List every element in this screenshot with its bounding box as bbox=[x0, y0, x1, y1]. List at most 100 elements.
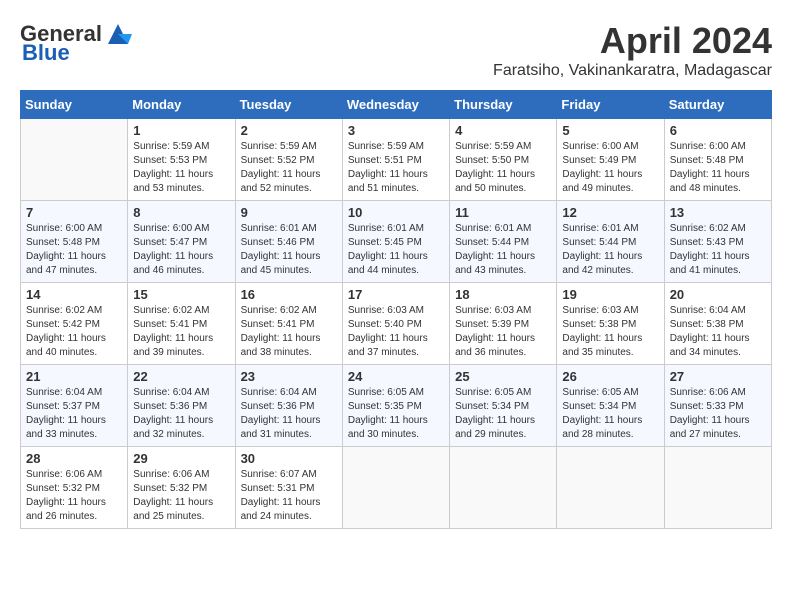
day-info: Sunrise: 6:01 AMSunset: 5:45 PMDaylight:… bbox=[348, 222, 444, 278]
calendar-cell bbox=[450, 447, 557, 529]
day-info: Sunrise: 6:04 AMSunset: 5:38 PMDaylight:… bbox=[670, 304, 766, 360]
calendar-cell bbox=[342, 447, 449, 529]
day-number: 17 bbox=[348, 287, 444, 302]
day-info: Sunrise: 6:06 AMSunset: 5:32 PMDaylight:… bbox=[26, 468, 122, 524]
calendar-cell: 13 Sunrise: 6:02 AMSunset: 5:43 PMDayligh… bbox=[664, 201, 771, 283]
calendar-week-5: 28 Sunrise: 6:06 AMSunset: 5:32 PMDayligh… bbox=[21, 447, 772, 529]
header-row: SundayMondayTuesdayWednesdayThursdayFrid… bbox=[21, 91, 772, 119]
calendar-cell: 8 Sunrise: 6:00 AMSunset: 5:47 PMDaylight… bbox=[128, 201, 235, 283]
calendar-cell: 22Sunrise: 6:04 AMSunset: 5:36 PMDayligh… bbox=[128, 365, 235, 447]
calendar-cell: 6 Sunrise: 6:00 AMSunset: 5:48 PMDaylight… bbox=[664, 119, 771, 201]
day-info: Sunrise: 6:03 AMSunset: 5:39 PMDaylight:… bbox=[455, 304, 551, 360]
calendar-cell bbox=[664, 447, 771, 529]
calendar-cell: 10 Sunrise: 6:01 AMSunset: 5:45 PMDayligh… bbox=[342, 201, 449, 283]
day-info: Sunrise: 6:00 AMSunset: 5:48 PMDaylight:… bbox=[26, 222, 122, 278]
day-info: Sunrise: 6:01 AMSunset: 5:44 PMDaylight:… bbox=[562, 222, 658, 278]
day-info: Sunrise: 6:04 AMSunset: 5:36 PMDaylight:… bbox=[241, 386, 337, 442]
day-info: Sunrise: 6:06 AMSunset: 5:33 PMDaylight:… bbox=[670, 386, 766, 442]
column-header-tuesday: Tuesday bbox=[235, 91, 342, 119]
day-number: 27 bbox=[670, 369, 766, 384]
calendar-cell: 9Sunrise: 6:01 AMSunset: 5:46 PMDaylight… bbox=[235, 201, 342, 283]
calendar-cell: 11 Sunrise: 6:01 AMSunset: 5:44 PMDayligh… bbox=[450, 201, 557, 283]
day-info: Sunrise: 6:03 AMSunset: 5:38 PMDaylight:… bbox=[562, 304, 658, 360]
column-header-wednesday: Wednesday bbox=[342, 91, 449, 119]
day-number: 29 bbox=[133, 451, 229, 466]
column-header-friday: Friday bbox=[557, 91, 664, 119]
calendar-week-3: 14 Sunrise: 6:02 AMSunset: 5:42 PMDayligh… bbox=[21, 283, 772, 365]
day-info: Sunrise: 6:02 AMSunset: 5:42 PMDaylight:… bbox=[26, 304, 122, 360]
column-header-thursday: Thursday bbox=[450, 91, 557, 119]
day-info: Sunrise: 6:05 AMSunset: 5:34 PMDaylight:… bbox=[562, 386, 658, 442]
column-header-saturday: Saturday bbox=[664, 91, 771, 119]
day-info: Sunrise: 5:59 AMSunset: 5:52 PMDaylight:… bbox=[241, 140, 337, 196]
day-number: 10 bbox=[348, 205, 444, 220]
day-number: 28 bbox=[26, 451, 122, 466]
day-number: 2 bbox=[241, 123, 337, 138]
calendar-cell: 18 Sunrise: 6:03 AMSunset: 5:39 PMDayligh… bbox=[450, 283, 557, 365]
calendar-table: SundayMondayTuesdayWednesdayThursdayFrid… bbox=[20, 90, 772, 529]
day-number: 24 bbox=[348, 369, 444, 384]
calendar-cell: 29 Sunrise: 6:06 AMSunset: 5:32 PMDayligh… bbox=[128, 447, 235, 529]
calendar-cell: 24Sunrise: 6:05 AMSunset: 5:35 PMDayligh… bbox=[342, 365, 449, 447]
calendar-body: 1Sunrise: 5:59 AMSunset: 5:53 PMDaylight… bbox=[21, 119, 772, 529]
calendar-cell: 23 Sunrise: 6:04 AMSunset: 5:36 PMDayligh… bbox=[235, 365, 342, 447]
calendar-cell: 19 Sunrise: 6:03 AMSunset: 5:38 PMDayligh… bbox=[557, 283, 664, 365]
logo-blue-text: Blue bbox=[22, 40, 70, 66]
calendar-cell: 15 Sunrise: 6:02 AMSunset: 5:41 PMDayligh… bbox=[128, 283, 235, 365]
page-header: General Blue April 2024 Faratsiho, Vakin… bbox=[20, 20, 772, 80]
day-info: Sunrise: 5:59 AMSunset: 5:51 PMDaylight:… bbox=[348, 140, 444, 196]
calendar-cell: 20 Sunrise: 6:04 AMSunset: 5:38 PMDayligh… bbox=[664, 283, 771, 365]
day-number: 19 bbox=[562, 287, 658, 302]
day-number: 8 bbox=[133, 205, 229, 220]
day-number: 23 bbox=[241, 369, 337, 384]
day-info: Sunrise: 6:05 AMSunset: 5:34 PMDaylight:… bbox=[455, 386, 551, 442]
day-number: 4 bbox=[455, 123, 551, 138]
day-number: 13 bbox=[670, 205, 766, 220]
day-number: 21 bbox=[26, 369, 122, 384]
day-info: Sunrise: 6:03 AMSunset: 5:40 PMDaylight:… bbox=[348, 304, 444, 360]
day-info: Sunrise: 6:04 AMSunset: 5:37 PMDaylight:… bbox=[26, 386, 122, 442]
day-info: Sunrise: 6:02 AMSunset: 5:41 PMDaylight:… bbox=[133, 304, 229, 360]
day-number: 20 bbox=[670, 287, 766, 302]
calendar-week-4: 21 Sunrise: 6:04 AMSunset: 5:37 PMDayligh… bbox=[21, 365, 772, 447]
day-number: 1 bbox=[133, 123, 229, 138]
calendar-cell bbox=[557, 447, 664, 529]
day-number: 15 bbox=[133, 287, 229, 302]
title-section: April 2024 Faratsiho, Vakinankaratra, Ma… bbox=[493, 20, 772, 80]
calendar-cell: 21 Sunrise: 6:04 AMSunset: 5:37 PMDayligh… bbox=[21, 365, 128, 447]
calendar-title: April 2024 bbox=[493, 20, 772, 62]
calendar-cell: 30 Sunrise: 6:07 AMSunset: 5:31 PMDayligh… bbox=[235, 447, 342, 529]
calendar-cell: 4Sunrise: 5:59 AMSunset: 5:50 PMDaylight… bbox=[450, 119, 557, 201]
calendar-week-2: 7 Sunrise: 6:00 AMSunset: 5:48 PMDaylight… bbox=[21, 201, 772, 283]
calendar-cell: 12 Sunrise: 6:01 AMSunset: 5:44 PMDayligh… bbox=[557, 201, 664, 283]
calendar-cell: 26 Sunrise: 6:05 AMSunset: 5:34 PMDayligh… bbox=[557, 365, 664, 447]
day-number: 25 bbox=[455, 369, 551, 384]
day-number: 6 bbox=[670, 123, 766, 138]
day-number: 26 bbox=[562, 369, 658, 384]
calendar-header: SundayMondayTuesdayWednesdayThursdayFrid… bbox=[21, 91, 772, 119]
column-header-monday: Monday bbox=[128, 91, 235, 119]
calendar-week-1: 1Sunrise: 5:59 AMSunset: 5:53 PMDaylight… bbox=[21, 119, 772, 201]
day-info: Sunrise: 6:00 AMSunset: 5:48 PMDaylight:… bbox=[670, 140, 766, 196]
day-number: 18 bbox=[455, 287, 551, 302]
day-info: Sunrise: 6:02 AMSunset: 5:41 PMDaylight:… bbox=[241, 304, 337, 360]
day-info: Sunrise: 6:06 AMSunset: 5:32 PMDaylight:… bbox=[133, 468, 229, 524]
calendar-cell: 17 Sunrise: 6:03 AMSunset: 5:40 PMDayligh… bbox=[342, 283, 449, 365]
calendar-cell: 28 Sunrise: 6:06 AMSunset: 5:32 PMDayligh… bbox=[21, 447, 128, 529]
day-number: 16 bbox=[241, 287, 337, 302]
day-number: 12 bbox=[562, 205, 658, 220]
calendar-cell: 5Sunrise: 6:00 AMSunset: 5:49 PMDaylight… bbox=[557, 119, 664, 201]
calendar-cell bbox=[21, 119, 128, 201]
day-info: Sunrise: 6:00 AMSunset: 5:49 PMDaylight:… bbox=[562, 140, 658, 196]
day-number: 7 bbox=[26, 205, 122, 220]
day-number: 30 bbox=[241, 451, 337, 466]
day-info: Sunrise: 6:02 AMSunset: 5:43 PMDaylight:… bbox=[670, 222, 766, 278]
calendar-subtitle: Faratsiho, Vakinankaratra, Madagascar bbox=[493, 62, 772, 80]
calendar-cell: 3Sunrise: 5:59 AMSunset: 5:51 PMDaylight… bbox=[342, 119, 449, 201]
day-number: 14 bbox=[26, 287, 122, 302]
day-info: Sunrise: 6:07 AMSunset: 5:31 PMDaylight:… bbox=[241, 468, 337, 524]
day-number: 11 bbox=[455, 205, 551, 220]
calendar-cell: 16 Sunrise: 6:02 AMSunset: 5:41 PMDayligh… bbox=[235, 283, 342, 365]
day-info: Sunrise: 6:00 AMSunset: 5:47 PMDaylight:… bbox=[133, 222, 229, 278]
day-info: Sunrise: 6:01 AMSunset: 5:44 PMDaylight:… bbox=[455, 222, 551, 278]
